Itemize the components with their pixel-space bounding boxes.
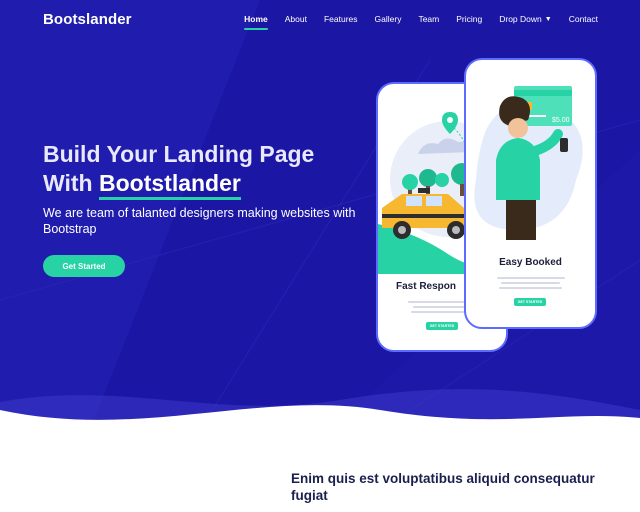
phone-mockup-right: $5.00 Easy Booked GET STARTED bbox=[464, 58, 597, 329]
hero-title-prefix: With bbox=[43, 170, 99, 196]
hero-subtitle: We are team of talanted designers making… bbox=[43, 206, 356, 236]
hero-title-brand: Bootstlander bbox=[99, 170, 241, 200]
nav-item-pricing[interactable]: Pricing bbox=[456, 14, 482, 24]
nav-item-team[interactable]: Team bbox=[418, 14, 439, 24]
nav-item-dropdown[interactable]: Drop Down ▼ bbox=[499, 14, 551, 24]
main-nav: Home About Features Gallery Team Pricing… bbox=[227, 14, 598, 30]
easy-booked-label: Easy Booked bbox=[499, 257, 562, 268]
site-logo[interactable]: Bootslander bbox=[43, 11, 132, 28]
nav-item-gallery[interactable]: Gallery bbox=[375, 14, 402, 24]
hero-title-line1: Build Your Landing Page bbox=[43, 141, 315, 167]
nav-item-home[interactable]: Home bbox=[244, 14, 268, 30]
phone-left-get-started-button: GET STARTED bbox=[426, 322, 458, 330]
booking-illustration bbox=[474, 86, 583, 240]
nav-item-contact[interactable]: Contact bbox=[569, 14, 598, 24]
hero-title: Build Your Landing Page With Bootstlande… bbox=[43, 140, 373, 200]
hero-wave-divider bbox=[0, 389, 640, 430]
top-navigation-bar: Bootslander Home About Features Gallery … bbox=[0, 0, 640, 40]
section-title: Enim quis est voluptatibus aliquid conse… bbox=[291, 471, 595, 503]
nav-item-about[interactable]: About bbox=[285, 14, 307, 24]
placeholder-text-lines bbox=[488, 274, 573, 292]
price-label: $5.00 bbox=[552, 117, 570, 124]
phone-right-get-started-button: GET STARTED bbox=[514, 298, 546, 306]
chevron-down-icon: ▼ bbox=[544, 16, 552, 23]
get-started-button[interactable]: Get Started bbox=[43, 255, 125, 277]
nav-item-dropdown-label: Drop Down bbox=[499, 14, 542, 24]
hero-section: Bootslander Home About Features Gallery … bbox=[0, 0, 640, 430]
nav-item-features[interactable]: Features bbox=[324, 14, 358, 24]
